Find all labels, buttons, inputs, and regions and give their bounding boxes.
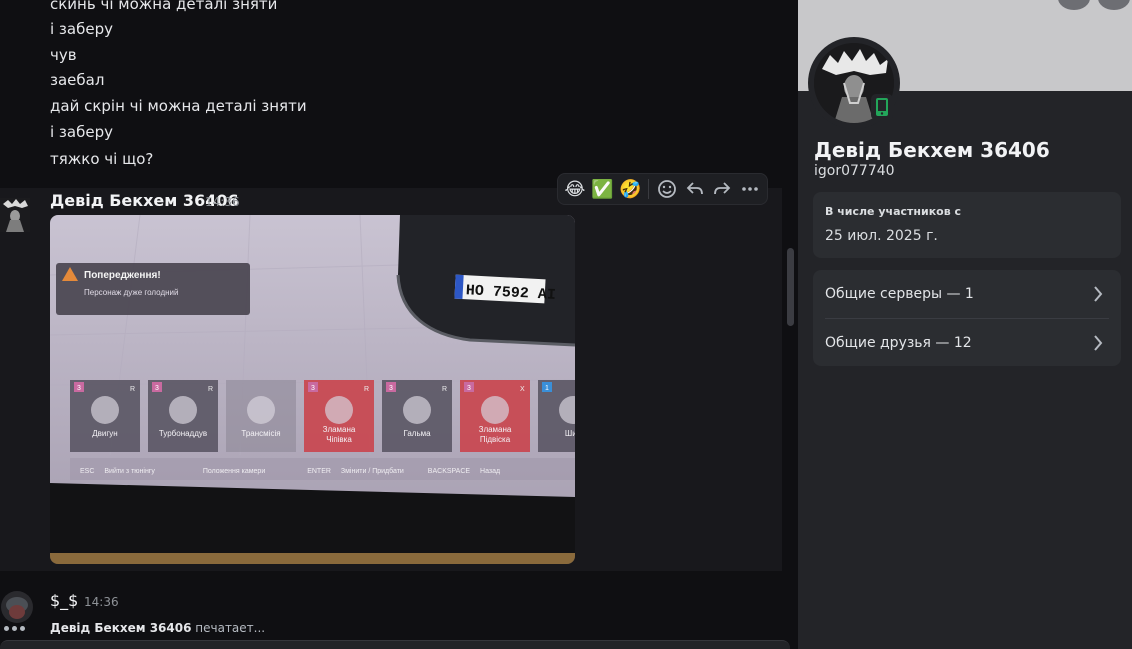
tuning-part-tile: 1 Шин bbox=[538, 380, 575, 452]
message-composer[interactable] bbox=[0, 640, 790, 649]
app-window: скинь чі можна деталі зняти і заберу чув… bbox=[0, 0, 1132, 649]
part-label: Трансмісія bbox=[241, 429, 280, 438]
tuning-part-tile: 3 R Турбонаддув bbox=[148, 380, 218, 452]
forward-icon[interactable] bbox=[710, 175, 736, 203]
image-attachment[interactable]: НО 7592 АІ Попередження! Персонаж дуже г… bbox=[50, 215, 575, 564]
reaction-joy[interactable]: 😂 bbox=[562, 175, 588, 203]
tuning-part-tile: Трансмісія bbox=[226, 380, 296, 452]
member-since-card: В числе участников с 25 июл. 2025 г. bbox=[813, 192, 1121, 258]
typing-user: Девід Бекхем 36406 bbox=[50, 621, 192, 635]
message-text: скинь чі можна деталі зняти bbox=[50, 0, 278, 13]
author-avatar-2[interactable] bbox=[0, 590, 34, 624]
message-text: і заберу bbox=[50, 123, 113, 141]
part-label: Чіпівка bbox=[326, 435, 352, 444]
part-label: Двигун bbox=[92, 429, 117, 438]
message-actions-toolbar: 😂 ✅ 🤣 bbox=[557, 173, 768, 205]
hint-key: ESC bbox=[80, 468, 94, 475]
warning-text: Персонаж дуже голодний bbox=[84, 288, 178, 297]
reply-icon[interactable] bbox=[682, 175, 708, 203]
part-badge: 3 bbox=[77, 385, 81, 392]
part-label: Зламана bbox=[479, 425, 512, 434]
message-text: дай скрін чі можна деталі зняти bbox=[50, 97, 307, 115]
mobile-status-icon bbox=[871, 94, 893, 120]
part-icon bbox=[91, 396, 119, 424]
chat-area: скинь чі можна деталі зняти і заберу чув… bbox=[0, 0, 798, 649]
message-text: чув bbox=[50, 46, 77, 64]
mutual-servers-label: Общие серверы — 1 bbox=[825, 286, 974, 302]
more-icon[interactable] bbox=[737, 175, 763, 203]
part-badge: 1 bbox=[545, 385, 549, 392]
member-since-value: 25 июл. 2025 г. bbox=[825, 228, 938, 244]
message-author-2[interactable]: $_$ bbox=[50, 591, 78, 610]
part-label: Турбонаддув bbox=[159, 429, 207, 438]
part-badge: 3 bbox=[467, 385, 471, 392]
add-reaction-icon[interactable] bbox=[654, 175, 680, 203]
message-timestamp-2: 14:36 bbox=[84, 595, 119, 609]
part-tag: X bbox=[520, 386, 525, 393]
warning-title: Попередження! bbox=[84, 270, 161, 281]
user-profile-panel: Девід Бекхем 36406 igor077740 В числе уч… bbox=[798, 0, 1132, 649]
reaction-check[interactable]: ✅ bbox=[590, 175, 616, 203]
mutual-friends-row[interactable]: Общие друзья — 12 bbox=[813, 319, 1121, 367]
mutual-servers-row[interactable]: Общие серверы — 1 bbox=[813, 270, 1121, 318]
message-text: і заберу bbox=[50, 20, 113, 38]
typing-indicator: Девід Бекхем 36406 печатает... bbox=[50, 621, 265, 635]
part-badge: 3 bbox=[389, 385, 393, 392]
part-tag: R bbox=[208, 386, 213, 393]
reaction-rofl[interactable]: 🤣 bbox=[617, 175, 643, 203]
part-icon bbox=[325, 396, 353, 424]
part-icon bbox=[403, 396, 431, 424]
tuning-part-tile: 3 R Двигун bbox=[70, 380, 140, 452]
mutual-friends-label: Общие друзья — 12 bbox=[825, 335, 972, 351]
hint-text: Вийти з тюнінгу bbox=[104, 467, 155, 475]
hint-text: Назад bbox=[480, 468, 500, 475]
part-badge: 3 bbox=[311, 385, 315, 392]
hint-key: ENTER bbox=[307, 468, 331, 475]
tuning-part-tile: 3 X ЗламанаПідвіска bbox=[460, 380, 530, 452]
part-tag: R bbox=[130, 386, 135, 393]
chevron-right-icon bbox=[1094, 335, 1103, 351]
part-tag: R bbox=[364, 386, 369, 393]
part-icon bbox=[481, 396, 509, 424]
typing-indicator-icon bbox=[4, 626, 25, 631]
message-text: заебал bbox=[50, 71, 105, 89]
chat-scrollbar[interactable] bbox=[787, 248, 794, 326]
part-label: Зламана bbox=[323, 425, 356, 434]
part-icon bbox=[247, 396, 275, 424]
tuning-part-tile: 3 R ЗламанаЧіпівка bbox=[304, 380, 374, 452]
hint-key: BACKSPACE bbox=[428, 468, 471, 475]
part-tag: R bbox=[442, 386, 447, 393]
toolbar-separator bbox=[648, 179, 650, 199]
part-badge: 3 bbox=[155, 385, 159, 392]
part-label: Підвіска bbox=[480, 435, 511, 444]
author-avatar[interactable] bbox=[0, 198, 30, 232]
member-since-title: В числе участников с bbox=[825, 205, 962, 218]
profile-display-name: Девід Бекхем 36406 bbox=[814, 138, 1050, 162]
part-label: Гальма bbox=[403, 429, 431, 438]
hint-text: Змінити / Придбати bbox=[341, 467, 404, 475]
part-label: Шин bbox=[565, 429, 575, 438]
tuning-part-tile: 3 R Гальма bbox=[382, 380, 452, 452]
mutuals-card: Общие серверы — 1 Общие друзья — 12 bbox=[813, 270, 1121, 366]
typing-text: печатает... bbox=[191, 621, 266, 635]
message-timestamp: 14:36 bbox=[205, 195, 240, 209]
message-text: тяжко чі що? bbox=[50, 150, 154, 168]
hint-text: Положення камери bbox=[203, 468, 265, 475]
profile-username[interactable]: igor077740 bbox=[814, 163, 895, 179]
part-icon bbox=[169, 396, 197, 424]
chevron-right-icon bbox=[1094, 286, 1103, 302]
